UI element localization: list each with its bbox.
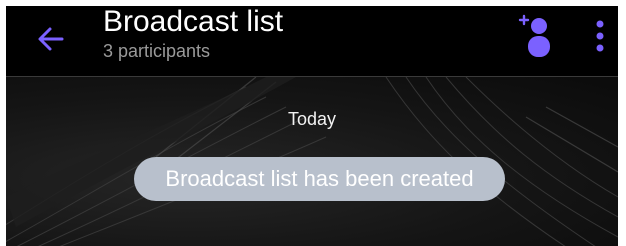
app-frame: Broadcast list 3 participants Today Broa… [6,6,618,246]
add-participant-icon [516,14,560,64]
page-title: Broadcast list [103,6,284,38]
add-participant-button[interactable] [516,10,560,60]
chat-area[interactable]: Today Broadcast list has been created [6,77,618,246]
back-button[interactable] [28,18,74,64]
participants-count: 3 participants [103,41,211,61]
date-separator: Today [287,109,337,129]
system-message-text: Broadcast list has been created [165,166,474,191]
arrow-left-icon [36,24,66,59]
app-bar: Broadcast list 3 participants [6,6,618,76]
more-vertical-icon [586,20,614,62]
system-message-bubble: Broadcast list has been created [134,157,505,201]
more-options-button[interactable] [586,14,614,58]
